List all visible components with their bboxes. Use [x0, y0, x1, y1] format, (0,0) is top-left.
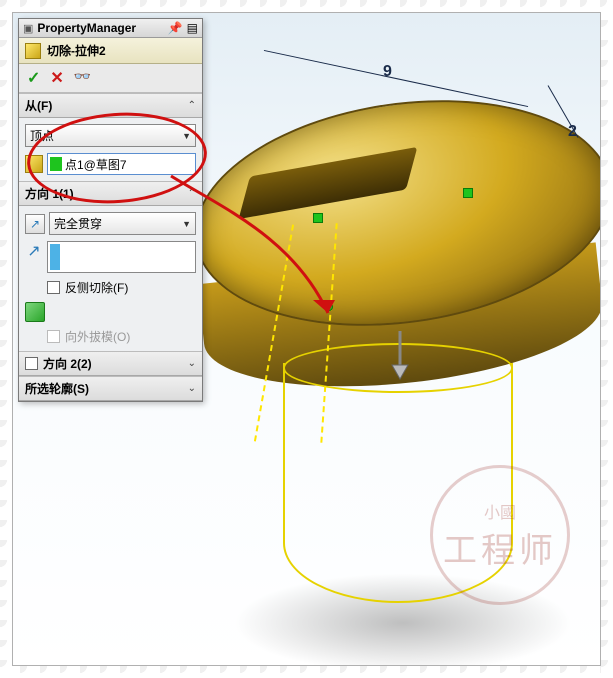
pm-action-row: ✓ ✕ 👓 — [19, 64, 202, 93]
selection-swatch — [50, 157, 62, 171]
chevron-down-icon: ⌄ — [188, 383, 196, 394]
property-manager-panel: ▣ PropertyManager 📌 ▤ 切除-拉伸2 ✓ ✕ 👓 从(F) … — [18, 18, 203, 402]
draft-outward-label: 向外拔模(O) — [65, 328, 130, 345]
cancel-button[interactable]: ✕ — [50, 68, 63, 88]
dimension-value-2[interactable]: 2 — [568, 123, 577, 141]
group-from: 从(F) ⌃ 顶点 ▼ 点1@草图7 — [19, 93, 202, 181]
group-contours: 所选轮廓(S) ⌄ — [19, 376, 202, 401]
group-direction2: 方向 2(2) ⌄ — [19, 351, 202, 376]
chevron-up-icon: ⌃ — [188, 188, 196, 199]
chevron-down-icon: ⌄ — [188, 358, 196, 369]
dimension-leader — [264, 50, 528, 107]
group-from-label: 从(F) — [25, 97, 52, 114]
draft-icon[interactable] — [25, 302, 45, 322]
direction-arrow-icon: ↗ — [25, 241, 43, 261]
group-contours-label: 所选轮廓(S) — [25, 380, 89, 397]
pin-icon[interactable]: 📌 — [168, 21, 183, 35]
tab-close-icon[interactable]: ▤ — [187, 21, 198, 35]
draft-outward-checkbox — [47, 330, 60, 343]
sketch-point[interactable] — [463, 188, 473, 198]
pm-title: PropertyManager — [37, 21, 136, 35]
pm-titlebar: ▣ PropertyManager 📌 ▤ — [19, 19, 202, 38]
feature-name: 切除-拉伸2 — [47, 42, 106, 59]
start-condition-value: 顶点 — [30, 127, 54, 144]
draft-outward-row: 向外拔模(O) — [47, 328, 196, 345]
flip-side-label: 反侧切除(F) — [65, 279, 128, 296]
detailed-preview-button[interactable]: 👓 — [74, 68, 91, 88]
pm-tree-icon: ▣ — [23, 22, 33, 35]
chevron-down-icon: ▼ — [182, 131, 191, 141]
end-condition-value: 完全贯穿 — [54, 215, 102, 232]
flip-side-row[interactable]: 反侧切除(F) — [47, 279, 196, 296]
group-direction2-header[interactable]: 方向 2(2) ⌄ — [19, 352, 202, 376]
group-direction2-label: 方向 2(2) — [43, 355, 92, 372]
selected-vertex-text: 点1@草图7 — [65, 156, 127, 173]
drag-handle-icon[interactable] — [388, 331, 412, 381]
flip-side-checkbox[interactable] — [47, 281, 60, 294]
group-direction1-label: 方向 1(1) — [25, 185, 74, 202]
start-condition-select[interactable]: 顶点 ▼ — [25, 124, 196, 147]
group-from-header[interactable]: 从(F) ⌃ — [19, 94, 202, 118]
feature-header: 切除-拉伸2 — [19, 38, 202, 64]
sketch-cylinder-profile — [283, 363, 513, 603]
group-contours-header[interactable]: 所选轮廓(S) ⌄ — [19, 377, 202, 401]
chevron-up-icon: ⌃ — [188, 100, 196, 111]
cut-extrude-icon — [25, 43, 41, 59]
end-condition-select[interactable]: 完全贯穿 ▼ — [49, 212, 196, 235]
vertex-selection-box[interactable]: 点1@草图7 — [47, 153, 196, 175]
viewport-canvas[interactable]: 9 2 小國 工程师 ▣ PropertyManager 📌 ▤ — [12, 12, 601, 666]
direction-reference-box[interactable] — [47, 241, 196, 273]
selected-vertex-point[interactable] — [325, 303, 333, 311]
group-direction1: 方向 1(1) ⌃ ↗ 完全贯穿 ▼ ↗ — [19, 181, 202, 351]
vertex-icon — [25, 155, 43, 173]
chevron-down-icon: ▼ — [182, 219, 191, 229]
sketch-point[interactable] — [313, 213, 323, 223]
reverse-direction-button[interactable]: ↗ — [25, 214, 45, 234]
group-direction1-header[interactable]: 方向 1(1) ⌃ — [19, 182, 202, 206]
direction2-checkbox[interactable] — [25, 357, 38, 370]
selection-swatch — [50, 244, 60, 270]
ok-button[interactable]: ✓ — [27, 68, 40, 88]
dimension-value-1[interactable]: 9 — [383, 63, 392, 81]
